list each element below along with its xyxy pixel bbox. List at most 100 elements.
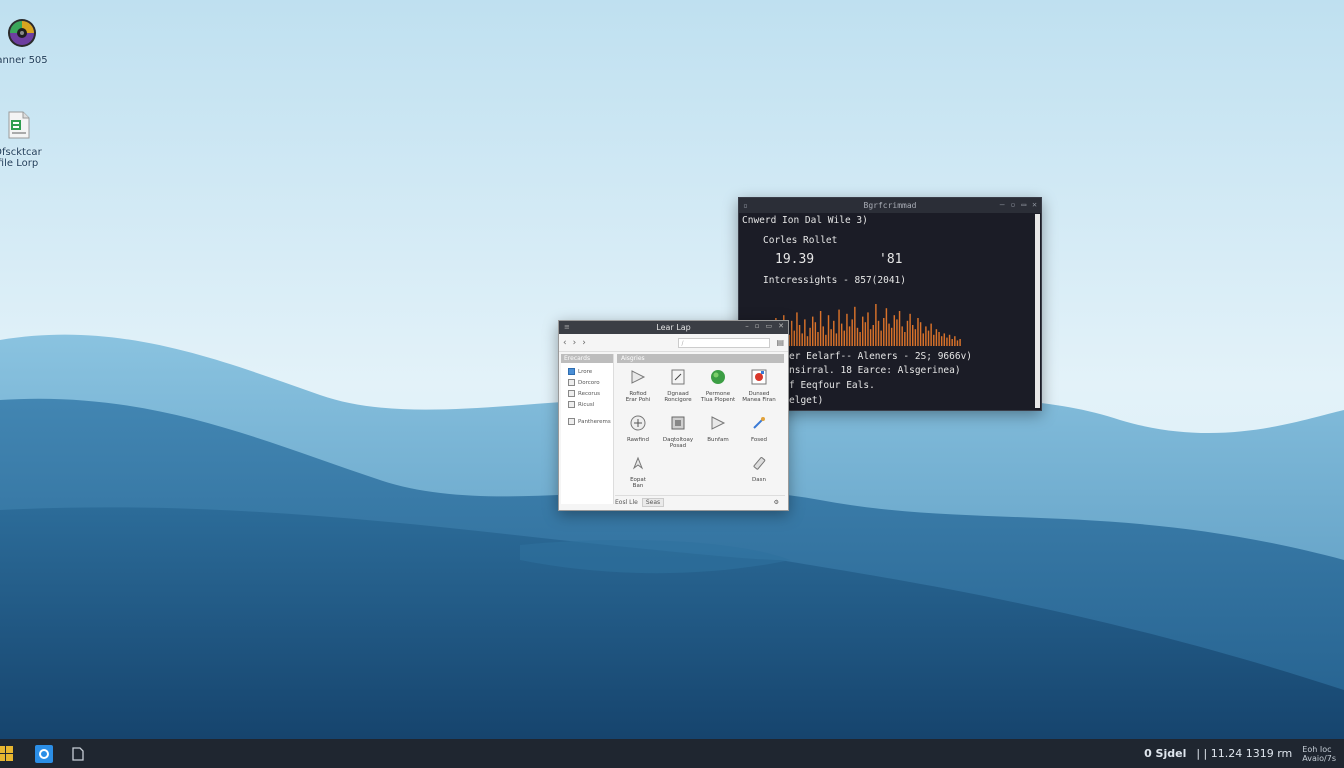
status-button[interactable]: Seas xyxy=(641,497,665,507)
bar xyxy=(919,322,922,346)
bar xyxy=(901,326,903,346)
taskbar-app-button[interactable] xyxy=(66,742,90,766)
bar xyxy=(801,333,803,346)
globe-icon xyxy=(711,370,725,384)
minimize-icon[interactable]: – xyxy=(745,322,749,330)
bar xyxy=(927,330,930,346)
window-menu-icon[interactable]: ≡ xyxy=(564,323,570,331)
desktop-icon-file[interactable]: Dfscktcar file Lorp xyxy=(0,110,48,169)
sidebar-item[interactable]: Dorcoro xyxy=(561,377,613,388)
bar xyxy=(912,325,914,346)
bar xyxy=(796,312,798,346)
bar xyxy=(846,313,848,346)
terminal-line: Intcressights - 857(2041) xyxy=(763,275,906,286)
sidebar-item-label: Ricusl xyxy=(578,401,595,408)
bar xyxy=(940,336,943,346)
taskbar: 0 Sjdel | | 11.24 1319 rm Eoh Ioc Avaio/… xyxy=(0,739,1344,768)
network-status[interactable]: 0 Sjdel xyxy=(1144,747,1186,760)
bar xyxy=(890,327,893,346)
forward-arrow-icon[interactable]: › xyxy=(573,338,577,348)
sidebar-item-label: Recorus xyxy=(578,390,600,397)
file-item-label: Dgnaad Roncigore xyxy=(664,390,692,404)
view-options-icon[interactable]: ▤ xyxy=(776,338,784,347)
terminal-line: Cnwerd Ion Dal Wile 3) xyxy=(742,215,868,226)
sidebar-item[interactable]: Ricusl xyxy=(561,399,613,410)
bar xyxy=(896,319,898,346)
file-item[interactable]: Bunfam xyxy=(697,414,739,443)
bar xyxy=(909,313,911,346)
archive-icon xyxy=(671,416,685,430)
terminal-titlebar[interactable]: ▫ Bgrfcrimmad – ▫ ▭ ✕ xyxy=(739,198,1041,213)
sidebar-item-label: Pantherems xyxy=(578,418,611,425)
bar xyxy=(875,304,877,346)
restore-icon[interactable]: ▭ xyxy=(1021,200,1026,209)
file-item[interactable]: Daqtoltoay Posad xyxy=(657,414,699,450)
address-bar[interactable]: / xyxy=(678,337,771,348)
close-icon[interactable]: ✕ xyxy=(1032,200,1037,209)
folder-icon xyxy=(568,390,575,397)
taskbar-app-button[interactable] xyxy=(32,742,56,766)
bar xyxy=(888,323,890,346)
bar xyxy=(914,329,917,346)
file-item[interactable]: Permone Tlua Plopent xyxy=(697,368,739,404)
terminal-line: elget) xyxy=(789,395,824,406)
bar xyxy=(917,318,919,346)
restore-icon[interactable]: ▭ xyxy=(766,322,773,330)
bar xyxy=(854,306,856,346)
file-manager-titlebar[interactable]: ≡ Lear Lap – ▫ ▭ ✕ xyxy=(559,321,788,334)
system-tray: 0 Sjdel | | 11.24 1319 rm Eoh Ioc Avaio/… xyxy=(1144,739,1336,768)
bar xyxy=(951,339,953,346)
bar xyxy=(848,326,851,346)
maximize-icon[interactable]: ▫ xyxy=(1011,200,1016,209)
bar xyxy=(840,323,843,346)
bar xyxy=(822,326,824,346)
browser-icon xyxy=(35,744,53,763)
file-item[interactable]: Rofiod Erar Pohi xyxy=(617,368,659,404)
file-item-label: Daqtoltoay Posad xyxy=(662,436,694,450)
window-menu-icon[interactable]: ▫ xyxy=(743,201,748,210)
sidebar-item-label: Lrore xyxy=(578,368,593,375)
file-item[interactable]: Dgnaad Roncigore xyxy=(657,368,699,404)
close-icon[interactable]: ✕ xyxy=(778,322,784,330)
terminal-scrollbar[interactable] xyxy=(1035,214,1040,408)
tray-info[interactable]: Eoh Ioc Avaio/7s xyxy=(1302,745,1336,763)
up-arrow-icon[interactable]: › xyxy=(582,338,586,348)
maximize-icon[interactable]: ▫ xyxy=(755,322,760,330)
sidebar-item[interactable]: Recorus xyxy=(561,388,613,399)
file-item[interactable]: Fosed xyxy=(738,414,780,443)
play-icon xyxy=(631,370,646,384)
file-manager-toolbar: ‹ › › / ▤ xyxy=(559,334,788,352)
bar xyxy=(956,340,959,346)
bar xyxy=(825,334,827,346)
bar xyxy=(898,311,901,346)
terminal-bar-graph xyxy=(762,304,961,346)
bar xyxy=(859,332,861,346)
bar xyxy=(885,308,888,346)
file-item[interactable]: Dasn xyxy=(738,454,780,483)
disc-app-icon xyxy=(8,19,36,47)
bar xyxy=(946,337,948,346)
settings-icon[interactable]: ⚙ xyxy=(774,499,779,506)
file-item[interactable]: Rawfind xyxy=(617,414,659,443)
start-button[interactable] xyxy=(0,742,18,766)
bar xyxy=(806,336,809,346)
bar xyxy=(790,320,793,346)
sidebar-item[interactable]: Lrore xyxy=(561,366,613,377)
bar xyxy=(948,334,951,346)
desktop-icon-label: Dfscktcar file Lorp xyxy=(0,147,42,169)
file-manager-window[interactable]: ≡ Lear Lap – ▫ ▭ ✕ ‹ › › / ▤ Erecards Lr… xyxy=(558,320,789,511)
sidebar-item[interactable]: Pantherems xyxy=(561,416,613,427)
bar xyxy=(935,329,938,346)
terminal-line: f Eeqfour Eals. xyxy=(789,380,875,391)
file-item[interactable]: Eopat Ban xyxy=(617,454,659,490)
clock[interactable]: | | 11.24 1319 rm xyxy=(1196,747,1292,760)
terminal-title: Bgrfcrimmad xyxy=(863,201,917,210)
back-arrow-icon[interactable]: ‹ xyxy=(563,338,567,348)
file-item[interactable]: Dunsed Manea Firan xyxy=(738,368,780,404)
desktop-icon-app[interactable]: anner 505 xyxy=(0,18,52,66)
bar xyxy=(851,319,853,346)
bar xyxy=(930,323,932,346)
status-bar: Eosl Lle Seas ⚙ xyxy=(615,495,785,508)
file-item-label: Eopat Ban xyxy=(630,476,646,490)
minimize-icon[interactable]: – xyxy=(1000,200,1005,209)
